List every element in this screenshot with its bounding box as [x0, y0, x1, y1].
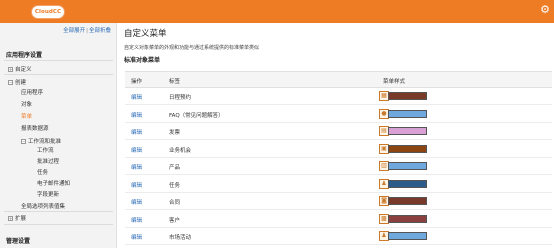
sidebar-item-objects[interactable]: 对象: [21, 100, 32, 108]
main-content: 自定义菜单 自定义对象菜单的外观和功能与通过系统提供的标准菜单类似 标准对象菜单…: [118, 23, 554, 248]
edit-link[interactable]: 编辑: [131, 216, 142, 224]
separator: |: [86, 28, 88, 34]
menu-label: 客户: [169, 217, 181, 224]
edit-link[interactable]: 编辑: [131, 233, 142, 241]
sidebar-item-extend[interactable]: + 扩展: [8, 214, 26, 222]
cloudcc-logo[interactable]: CloudCC: [31, 5, 65, 19]
collapse-icon[interactable]: −: [21, 139, 26, 144]
table-row: 编辑 市场活动 ♟: [125, 228, 552, 245]
table-row: 编辑 FAQ（常见问题解答） ●: [125, 106, 552, 123]
menu-label: 日程预约: [169, 95, 192, 101]
column-action: 操作: [131, 79, 143, 85]
color-swatch: [388, 232, 427, 240]
divider: [4, 211, 113, 212]
table-row: 编辑 日程预约 ▦: [125, 88, 552, 105]
edit-link[interactable]: 编辑: [131, 93, 142, 101]
table-row: 编辑 合同 ◙: [125, 193, 552, 210]
collapse-icon[interactable]: −: [8, 80, 13, 85]
divider: [4, 74, 113, 75]
edit-link[interactable]: 编辑: [131, 198, 142, 206]
expand-all-link[interactable]: 全部展开: [63, 28, 85, 34]
sidebar-item-approval-process[interactable]: 批准过程: [37, 157, 59, 165]
expand-icon[interactable]: +: [8, 67, 13, 72]
edit-link[interactable]: 编辑: [131, 111, 142, 119]
divider: [4, 224, 113, 225]
sidebar-item-workflow[interactable]: − 工作流和批准: [21, 137, 61, 145]
table-row: 编辑 发票 ▤: [125, 123, 552, 140]
sidebar-item-applications[interactable]: 应用程序: [21, 88, 43, 96]
sidebar-item-tasks[interactable]: 任务: [37, 168, 48, 176]
menu-label: 业务机会: [169, 147, 192, 154]
table-row: 编辑 产品 ▥: [125, 158, 552, 175]
page-title: 自定义菜单: [124, 29, 167, 39]
edit-link[interactable]: 编辑: [131, 181, 142, 189]
table-row: 编辑 任务 ♟: [125, 176, 552, 193]
table-header: 操作 标签 菜单样式: [125, 71, 552, 88]
menu-label: 合同: [169, 200, 181, 206]
divider: [4, 60, 113, 61]
menu-style-swatch: ▣: [379, 143, 429, 154]
sidebar-item-label: 扩展: [15, 216, 27, 222]
color-swatch: [388, 144, 427, 153]
edit-link[interactable]: 编辑: [131, 146, 142, 154]
color-swatch: [388, 92, 427, 100]
app-settings-heading: 应用程序设置: [6, 52, 43, 59]
sidebar-item-custom[interactable]: + 自定义: [8, 65, 32, 73]
sidebar-item-label: 创建: [15, 80, 27, 86]
expand-collapse-links: 全部展开|全部折叠: [0, 26, 117, 36]
menu-label: FAQ（常见问题解答）: [169, 112, 224, 119]
menu-style-swatch: ♟: [379, 178, 429, 189]
menu-style-swatch: ▩: [379, 213, 429, 224]
menu-label: 产品: [169, 165, 181, 171]
edit-link[interactable]: 编辑: [131, 128, 142, 136]
sidebar-item-global-picklist[interactable]: 全局选项列表值集: [21, 202, 65, 210]
sidebar-item-create[interactable]: − 创建: [8, 78, 26, 86]
menu-style-swatch: ▥: [379, 161, 429, 171]
color-swatch: [388, 162, 427, 170]
menu-style-swatch: ●: [379, 108, 429, 119]
column-label: 标签: [169, 79, 181, 85]
sidebar-item-field-updates[interactable]: 字段更新: [37, 190, 59, 198]
menu-label: 发票: [169, 130, 181, 136]
collapse-all-link[interactable]: 全部折叠: [89, 28, 111, 34]
menu-label: 任务: [169, 182, 181, 189]
sidebar-item-report-sources[interactable]: 报表数据源: [21, 124, 49, 132]
top-bar: CloudCC ⚙: [0, 0, 554, 23]
sidebar-item-workflow-rules[interactable]: 工作流: [37, 146, 54, 154]
logo-text: CloudCC: [34, 9, 62, 15]
column-style: 菜单样式: [383, 79, 406, 85]
color-swatch: [388, 109, 427, 118]
menu-style-swatch: ◙: [379, 196, 429, 206]
menu-label: 市场活动: [169, 235, 192, 241]
sidebar-item-menu[interactable]: 菜单: [21, 112, 32, 120]
sidebar-item-label: 工作流和批准: [28, 139, 62, 145]
section-title: 标准对象菜单: [124, 57, 161, 64]
sidebar-item-label: 自定义: [15, 67, 32, 73]
table-row: 编辑 业务机会 ▣: [125, 141, 552, 158]
edit-link[interactable]: 编辑: [131, 163, 142, 171]
admin-settings-heading: 管理设置: [6, 238, 31, 245]
color-swatch: [388, 179, 427, 188]
color-swatch: [388, 214, 427, 223]
menu-style-swatch: ♟: [379, 231, 429, 241]
gear-icon[interactable]: ⚙: [539, 4, 551, 16]
page-description: 自定义对象菜单的外观和功能与通过系统提供的标准菜单类似: [124, 45, 260, 51]
color-swatch: [388, 127, 427, 135]
color-swatch: [388, 197, 427, 205]
expand-icon[interactable]: +: [8, 216, 13, 221]
table-row: 编辑 客户 ▩: [125, 211, 552, 228]
sidebar: 全部展开|全部折叠 应用程序设置 + 自定义 − 创建 应用程序 对象 菜单 报表数…: [0, 23, 117, 248]
menu-style-swatch: ▦: [379, 91, 429, 101]
menu-style-swatch: ▤: [379, 126, 429, 136]
sidebar-item-email-alerts[interactable]: 电子邮件通知: [37, 179, 70, 187]
